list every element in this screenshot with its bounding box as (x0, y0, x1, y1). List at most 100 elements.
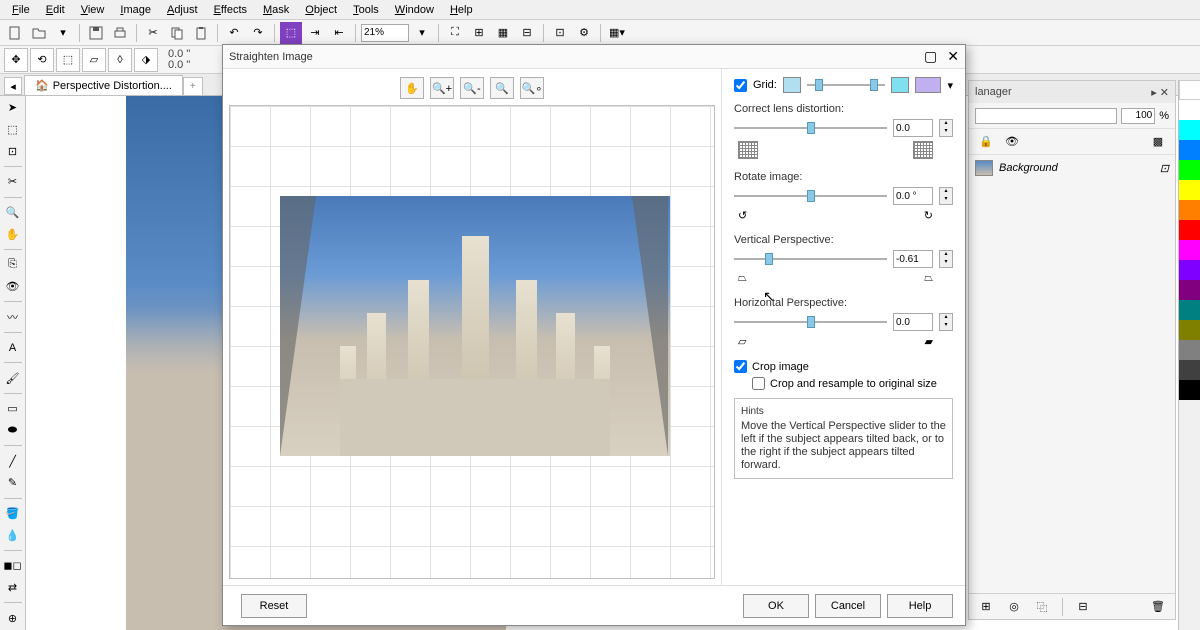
zoom-in-icon[interactable]: 🔍+ (430, 77, 454, 99)
tool-distort-icon[interactable]: ◊ (108, 48, 132, 72)
vertical-perspective-slider[interactable] (734, 251, 887, 267)
menu-object[interactable]: Object (297, 2, 345, 18)
vertical-perspective-input[interactable] (893, 250, 933, 268)
paste-icon[interactable] (190, 22, 212, 44)
menu-adjust[interactable]: Adjust (159, 2, 206, 18)
crop-tool-icon[interactable]: ✂ (2, 172, 24, 192)
cut-icon[interactable]: ✂ (142, 22, 164, 44)
redo-icon[interactable]: ↷ (247, 22, 269, 44)
new-group-icon[interactable]: ⿻ (1031, 596, 1053, 618)
palette-swatch[interactable] (1179, 320, 1200, 340)
palette-swatch[interactable] (1179, 220, 1200, 240)
palette-swatch[interactable] (1179, 160, 1200, 180)
rectangle-tool-icon[interactable]: ▭ (2, 399, 24, 419)
palette-swatch[interactable] (1179, 180, 1200, 200)
maximize-icon[interactable]: ▢ (924, 48, 937, 65)
fullscreen-icon[interactable]: ⛶ (444, 22, 466, 44)
new-tab-button[interactable]: + (183, 77, 203, 95)
palette-swatch[interactable] (1179, 200, 1200, 220)
ok-button[interactable]: OK (743, 594, 809, 618)
expand-toolbox-icon[interactable]: ⊕ (2, 608, 24, 628)
menu-edit[interactable]: Edit (38, 2, 73, 18)
palette-swatch[interactable] (1179, 280, 1200, 300)
mask-transform-tool-icon[interactable]: ⊡ (2, 141, 24, 161)
palette-swatch[interactable] (1179, 380, 1200, 400)
dropdown-icon[interactable]: ▾ (52, 22, 74, 44)
rotate-cw-icon[interactable]: ↻ (924, 209, 933, 222)
launch-icon[interactable]: ⬚ (280, 22, 302, 44)
preview-canvas[interactable] (229, 105, 715, 579)
document-tab[interactable]: 🏠 Perspective Distortion.... (24, 75, 183, 95)
redeye-tool-icon[interactable]: 👁 (2, 277, 24, 297)
blend-mode-dropdown[interactable] (975, 108, 1117, 124)
fill-tool-icon[interactable]: 🪣 (2, 504, 24, 524)
menu-window[interactable]: Window (387, 2, 442, 18)
palette-swatch[interactable] (1179, 260, 1200, 280)
import-icon[interactable]: ⇥ (304, 22, 326, 44)
grid-color-3[interactable] (915, 77, 941, 93)
palette-swatch[interactable] (1179, 340, 1200, 360)
rulers-icon[interactable]: ⊞ (468, 22, 490, 44)
grid-slider[interactable] (807, 77, 886, 93)
lock-icon[interactable]: 🔒 (975, 131, 997, 153)
delete-icon[interactable]: 🗑 (1147, 596, 1169, 618)
undo-icon[interactable]: ↶ (223, 22, 245, 44)
lens-distortion-slider[interactable] (734, 120, 887, 136)
eyedropper-tool-icon[interactable]: 💧 (2, 525, 24, 545)
menu-effects[interactable]: Effects (206, 2, 255, 18)
tool-perspective-icon[interactable]: ⬗ (134, 48, 158, 72)
lens-distortion-input[interactable] (893, 119, 933, 137)
lens-spinner[interactable]: ▴▾ (939, 119, 953, 137)
hpersp-spinner[interactable]: ▴▾ (939, 313, 953, 331)
line-tool-icon[interactable]: ╱ (2, 451, 24, 471)
opacity-input[interactable] (1121, 108, 1155, 124)
tool-move-icon[interactable]: ✥ (4, 48, 28, 72)
reset-button[interactable]: Reset (241, 594, 307, 618)
new-icon[interactable] (4, 22, 26, 44)
grid-dropdown-icon[interactable]: ▾ (947, 79, 953, 92)
palette-swatch[interactable] (1179, 300, 1200, 320)
tool-scale-icon[interactable]: ⬚ (56, 48, 80, 72)
layer-options-icon[interactable]: ⊡ (1160, 162, 1169, 175)
cancel-button[interactable]: Cancel (815, 594, 881, 618)
grid-icon[interactable]: ▦ (492, 22, 514, 44)
horizontal-perspective-input[interactable] (893, 313, 933, 331)
menu-file[interactable]: File (4, 2, 38, 18)
tab-arrow-icon[interactable]: ◂ (4, 77, 22, 95)
grid-color-1[interactable] (783, 77, 801, 93)
new-lens-icon[interactable]: ◎ (1003, 596, 1025, 618)
zoom-out-icon[interactable]: 🔍- (460, 77, 484, 99)
text-tool-icon[interactable]: A (2, 338, 24, 358)
rotate-ccw-icon[interactable]: ↺ (738, 209, 747, 222)
export-icon[interactable]: ⇤ (328, 22, 350, 44)
clone-tool-icon[interactable]: ⎘ (2, 255, 24, 275)
palette-swatch[interactable] (1179, 240, 1200, 260)
mask-rect-tool-icon[interactable]: ⬚ (2, 120, 24, 140)
palette-swatch[interactable] (1179, 140, 1200, 160)
pan-preview-icon[interactable]: ✋ (400, 77, 424, 99)
open-icon[interactable] (28, 22, 50, 44)
save-icon[interactable] (85, 22, 107, 44)
crop-resample-checkbox[interactable] (752, 377, 765, 390)
palette-swatch[interactable] (1179, 120, 1200, 140)
menu-view[interactable]: View (73, 2, 113, 18)
copy-icon[interactable] (166, 22, 188, 44)
rotate-spinner[interactable]: ▴▾ (939, 187, 953, 205)
layer-background[interactable]: Background ⊡ (969, 155, 1175, 181)
zoom-fit-icon[interactable]: 🔍 (490, 77, 514, 99)
horizontal-perspective-slider[interactable] (734, 314, 887, 330)
tool-skew-icon[interactable]: ▱ (82, 48, 106, 72)
close-icon[interactable]: ✕ (947, 48, 959, 65)
palette-scroll-up-icon[interactable] (1179, 80, 1200, 100)
combine-icon[interactable]: ⊟ (1072, 596, 1094, 618)
pan-tool-icon[interactable]: ✋ (2, 224, 24, 244)
visibility-icon[interactable]: 👁 (1001, 131, 1023, 153)
zoom-100-icon[interactable]: 🔍∘ (520, 77, 544, 99)
print-icon[interactable] (109, 22, 131, 44)
options-icon[interactable]: ⚙ (573, 22, 595, 44)
vpersp-spinner[interactable]: ▴▾ (939, 250, 953, 268)
path-tool-icon[interactable]: ✎ (2, 473, 24, 493)
zoom-dropdown-icon[interactable]: ▾ (411, 22, 433, 44)
pick-tool-icon[interactable]: ➤ (2, 98, 24, 118)
snap-icon[interactable]: ⊡ (549, 22, 571, 44)
